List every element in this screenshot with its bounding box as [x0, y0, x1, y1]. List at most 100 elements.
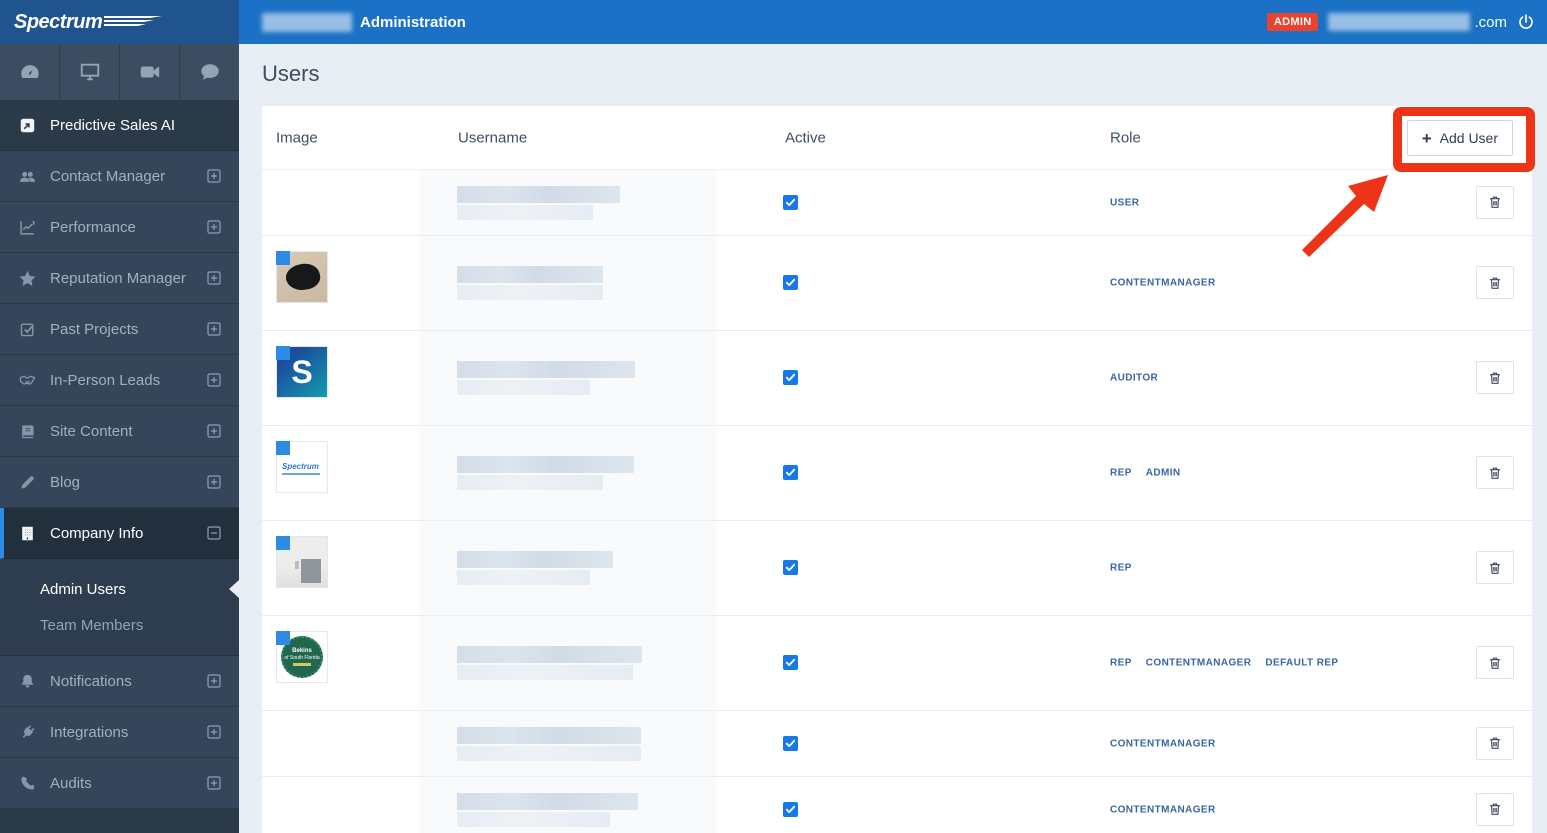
- sidebar-item-contact-manager[interactable]: Contact Manager: [0, 151, 239, 202]
- sidebar-item-integrations[interactable]: Integrations: [0, 707, 239, 758]
- table-row: CONTENTMANAGER: [262, 236, 1532, 331]
- user-image-s-logo: [276, 346, 328, 398]
- add-user-label: Add User: [1439, 130, 1498, 146]
- sidebar-subitem-team-members[interactable]: Team Members: [0, 607, 239, 643]
- expand-plus-box-icon[interactable]: [207, 322, 221, 336]
- handshake-icon: [18, 371, 36, 389]
- user-image-green-badge: Bekins of South Florida: [276, 631, 328, 683]
- role-badge: REP: [1110, 657, 1132, 669]
- expand-plus-box-icon[interactable]: [207, 169, 221, 183]
- sidebar-item-company-info[interactable]: Company Info: [0, 508, 239, 559]
- sidebar-item-in-person-leads[interactable]: In-Person Leads: [0, 355, 239, 406]
- user-image-cat-photo: [276, 251, 328, 303]
- active-checkbox[interactable]: [783, 735, 798, 751]
- role-badges: REP CONTENTMANAGER DEFAULT REP: [1110, 658, 1338, 669]
- active-checkbox[interactable]: [783, 194, 798, 210]
- expand-plus-box-icon[interactable]: [207, 373, 221, 387]
- expand-plus-box-icon[interactable]: [207, 424, 221, 438]
- delete-user-button[interactable]: [1476, 551, 1514, 584]
- sidebar-item-reputation-manager[interactable]: Reputation Manager: [0, 253, 239, 304]
- image-corner-badge: [276, 536, 290, 550]
- sidebar-item-performance[interactable]: Performance: [0, 202, 239, 253]
- monitor-icon[interactable]: [60, 44, 120, 100]
- plus-icon: +: [1421, 128, 1432, 148]
- sidebar-item-blog[interactable]: Blog: [0, 457, 239, 508]
- spectrum-logo[interactable]: Spectrum: [0, 0, 239, 44]
- sidebar-item-label: Blog: [50, 473, 81, 491]
- table-row: REP ADMIN: [262, 426, 1532, 521]
- image-corner-badge: [276, 251, 290, 265]
- image-corner-badge: [276, 441, 290, 455]
- delete-user-button[interactable]: [1476, 361, 1514, 394]
- image-corner-badge: [276, 346, 290, 360]
- redacted-company-name: [262, 12, 352, 32]
- redacted-username: [457, 726, 641, 761]
- trash-icon: [1487, 194, 1503, 210]
- page-title: Users: [262, 61, 320, 86]
- active-checkbox[interactable]: [783, 465, 798, 480]
- expand-plus-box-icon[interactable]: [207, 475, 221, 489]
- sidebar-item-label: Predictive Sales AI: [50, 116, 176, 134]
- table-row: CONTENTMANAGER: [262, 777, 1532, 833]
- sidebar-item-past-projects[interactable]: Past Projects: [0, 304, 239, 355]
- plug-icon: [18, 723, 36, 741]
- active-checkbox[interactable]: [783, 801, 798, 817]
- dashboard-icon[interactable]: [0, 44, 60, 100]
- sidebar-item-audits[interactable]: Audits: [0, 758, 239, 809]
- user-image-spectrum-logo: [276, 441, 328, 493]
- expand-plus-box-icon[interactable]: [207, 674, 221, 688]
- sidebar-item-label: Contact Manager: [50, 167, 166, 185]
- active-checkbox[interactable]: [783, 655, 798, 670]
- topbar: Spectrum Administration ADMIN .com: [0, 0, 1547, 44]
- role-badge: REP: [1110, 467, 1132, 479]
- collapse-minus-box-icon[interactable]: [207, 526, 221, 540]
- redacted-username: [457, 361, 635, 395]
- expand-plus-box-icon[interactable]: [207, 725, 221, 739]
- video-icon[interactable]: [120, 44, 180, 100]
- redacted-account-email: [1328, 13, 1471, 31]
- table-row: Bekins of South Florida REP CONTENTMANAGER D…: [262, 616, 1532, 711]
- delete-user-button[interactable]: [1476, 792, 1514, 826]
- sidebar-item-label: Past Projects: [50, 320, 139, 338]
- spectrum-logo-text: Spectrum: [14, 10, 103, 33]
- users-table-header: Image Username Active Role + Add User: [262, 106, 1532, 170]
- trash-icon: [1487, 370, 1503, 386]
- account-email-suffix: .com: [1474, 13, 1507, 31]
- topbar-title: Administration: [360, 13, 466, 31]
- sidebar-subitem-admin-users[interactable]: Admin Users: [0, 571, 239, 607]
- role-badges: AUDITOR: [1110, 373, 1158, 384]
- active-checkbox[interactable]: [783, 560, 798, 575]
- role-badge: AUDITOR: [1110, 372, 1159, 384]
- admin-role-badge: ADMIN: [1266, 13, 1319, 31]
- sidebar: Predictive Sales AI Contact Manager Perfor…: [0, 44, 239, 833]
- logout-power-icon[interactable]: [1517, 13, 1535, 31]
- delete-user-button[interactable]: [1476, 456, 1514, 489]
- role-badges: CONTENTMANAGER: [1110, 278, 1216, 289]
- add-user-button[interactable]: + Add User: [1406, 120, 1513, 156]
- role-badges: CONTENTMANAGER: [1110, 738, 1216, 749]
- delete-user-button[interactable]: [1476, 646, 1514, 679]
- sidebar-subitem-label: Admin Users: [40, 580, 126, 598]
- delete-user-button[interactable]: [1476, 266, 1514, 299]
- sidebar-item-notifications[interactable]: Notifications: [0, 656, 239, 707]
- chat-icon[interactable]: [180, 44, 239, 100]
- sidebar-item-site-content[interactable]: Site Content: [0, 406, 239, 457]
- redacted-username: [457, 551, 613, 585]
- role-badges: CONTENTMANAGER: [1110, 804, 1216, 815]
- expand-plus-box-icon[interactable]: [207, 776, 221, 790]
- sidebar-item-label: Company Info: [50, 524, 144, 542]
- delete-user-button[interactable]: [1476, 185, 1514, 219]
- expand-plus-box-icon[interactable]: [207, 271, 221, 285]
- sidebar-item-predictive-sales-ai[interactable]: Predictive Sales AI: [0, 100, 239, 151]
- role-badge: CONTENTMANAGER: [1145, 657, 1252, 669]
- delete-user-button[interactable]: [1476, 726, 1514, 760]
- expand-plus-box-icon[interactable]: [207, 220, 221, 234]
- role-badges: REP: [1110, 563, 1132, 574]
- users-table-body: USERCONTENTMANAGERAUDITORREPADMINREPBeki…: [262, 170, 1532, 833]
- sidebar-subitem-label: Team Members: [40, 616, 144, 634]
- active-checkbox[interactable]: [783, 275, 798, 290]
- sidebar-item-label: Performance: [50, 218, 136, 236]
- trash-icon: [1487, 735, 1503, 751]
- active-checkbox[interactable]: [783, 370, 798, 385]
- role-badges: REP ADMIN: [1110, 468, 1181, 479]
